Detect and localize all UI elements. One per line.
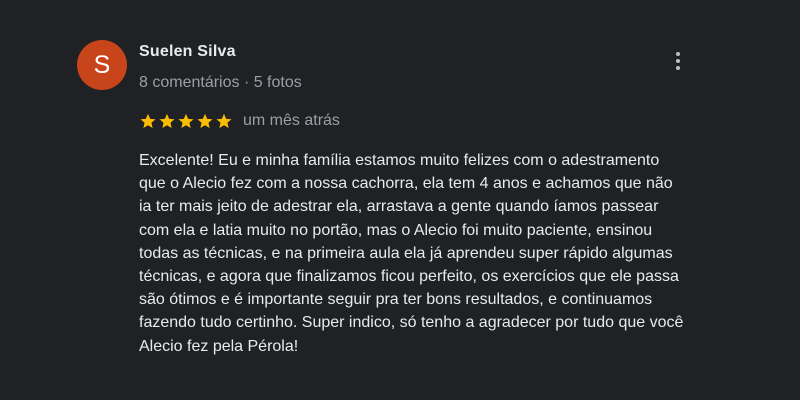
review-line: fazendo tudo certinho. Super indico, só …: [139, 314, 684, 332]
review-line: técnicas, e agora que finalizamos ficou …: [139, 268, 679, 286]
reviewer-name[interactable]: Suelen Silva: [139, 43, 236, 61]
review-line: ia ter mais jeito de adestrar ela, arras…: [139, 198, 659, 216]
star-rating: [139, 112, 233, 130]
review-line: Excelente! Eu e minha família estamos mu…: [139, 152, 660, 169]
review-line: todas as técnicas, e na primeira aula el…: [139, 244, 673, 262]
star-icon: [177, 112, 195, 130]
review-line: que o Alecio fez com a nossa cachorra, e…: [139, 175, 673, 193]
star-icon: [139, 112, 157, 130]
star-icon: [215, 112, 233, 130]
review-line: são ótimos e é importante seguir pra ter…: [139, 291, 653, 309]
review-line: com ela e latia muito no portão, mas o A…: [139, 221, 653, 239]
review-date: um mês atrás: [243, 112, 340, 129]
star-icon: [196, 112, 214, 130]
more-options-button[interactable]: [666, 48, 690, 74]
more-vert-icon-dot: [676, 59, 680, 63]
rating-row: um mês atrás: [139, 112, 340, 130]
review-line: Alecio fez pela Pérola!: [139, 337, 299, 355]
review-text: Excelente! Eu e minha família estamos mu…: [139, 149, 729, 358]
avatar[interactable]: S: [77, 40, 127, 90]
reviewer-meta: 8 comentários · 5 fotos: [139, 74, 302, 91]
more-vert-icon: [676, 52, 680, 56]
more-vert-icon-dot: [676, 66, 680, 70]
review-card: S Suelen Silva 8 comentários · 5 fotos u…: [0, 0, 800, 400]
star-icon: [158, 112, 176, 130]
